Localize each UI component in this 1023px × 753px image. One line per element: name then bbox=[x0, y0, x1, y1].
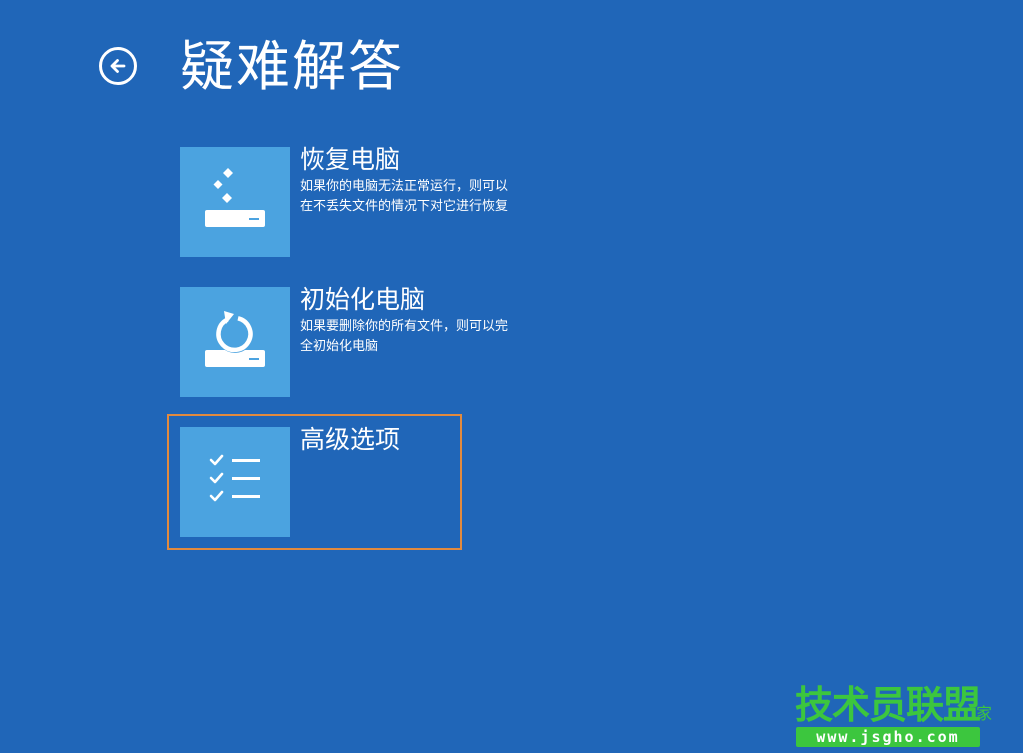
watermark-suffix: 家 bbox=[976, 704, 993, 723]
page-title: 疑难解答 bbox=[180, 35, 404, 98]
watermark-title: 技术员联盟 bbox=[795, 683, 981, 727]
option-tile bbox=[180, 287, 290, 397]
option-description-line: 如果你的电脑无法正常运行，则可以 bbox=[300, 179, 509, 194]
option-refresh-pc[interactable]: 恢复电脑 如果你的电脑无法正常运行，则可以 在不丢失文件的情况下对它进行恢复 bbox=[180, 145, 580, 257]
arrow-left-circle-icon bbox=[110, 59, 126, 73]
highlight-box bbox=[167, 414, 462, 550]
option-description: 如果要删除你的所有文件，则可以完 全初始化电脑 bbox=[300, 317, 550, 357]
option-title: 初始化电脑 bbox=[300, 285, 426, 314]
watermark: 技术员联盟 家 www.jsgho.com bbox=[790, 682, 1000, 748]
option-description-line: 如果要删除你的所有文件，则可以完 bbox=[300, 319, 509, 334]
watermark-url: www.jsgho.com bbox=[796, 727, 980, 747]
refresh-pc-icon bbox=[205, 168, 265, 227]
option-tile bbox=[180, 147, 290, 257]
option-description-line: 在不丢失文件的情况下对它进行恢复 bbox=[300, 199, 509, 214]
back-button[interactable] bbox=[99, 47, 137, 85]
option-reset-pc[interactable]: 初始化电脑 如果要删除你的所有文件，则可以完 全初始化电脑 bbox=[180, 285, 580, 397]
option-title: 恢复电脑 bbox=[300, 145, 401, 174]
option-description-line: 全初始化电脑 bbox=[300, 339, 379, 354]
reset-pc-icon bbox=[205, 311, 265, 367]
option-description: 如果你的电脑无法正常运行，则可以 在不丢失文件的情况下对它进行恢复 bbox=[300, 177, 550, 217]
